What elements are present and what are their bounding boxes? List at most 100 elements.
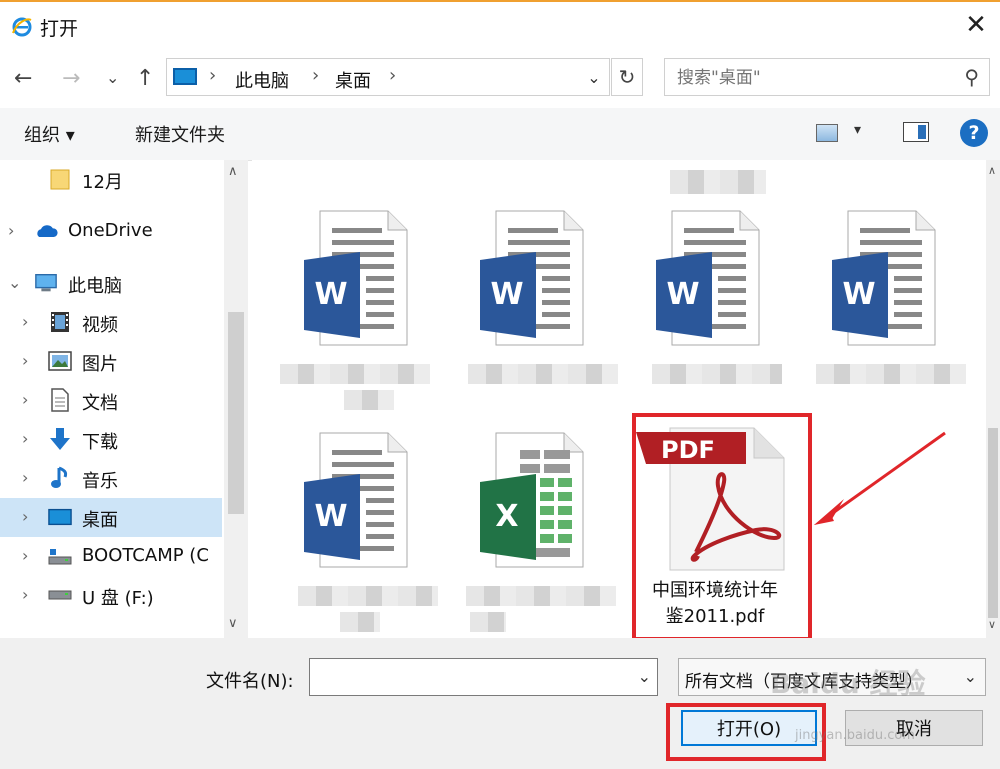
chevron-down-icon[interactable]: ⌄ xyxy=(638,667,651,686)
blurred-filename xyxy=(470,612,506,632)
word-file-icon: W xyxy=(832,210,936,346)
up-arrow-icon[interactable]: ↑ xyxy=(136,66,154,91)
close-button[interactable]: ✕ xyxy=(952,2,1000,48)
drive-icon xyxy=(48,545,72,567)
file-item-excel[interactable]: X xyxy=(450,432,620,632)
sidebar-item-label: 文档 xyxy=(82,393,118,414)
dialog-footer: 文件名(N): ⌄ 所有文档（百度文库支持类型） ⌄ 打开(O) 取消 xyxy=(0,638,1000,769)
filename-combobox[interactable]: ⌄ xyxy=(309,658,658,696)
filename-input[interactable] xyxy=(316,665,620,691)
blurred-filename xyxy=(652,364,782,384)
search-icon[interactable]: ⚲ xyxy=(964,65,979,89)
download-icon xyxy=(48,428,72,450)
word-file-icon: W xyxy=(656,210,760,346)
chevron-down-icon[interactable]: ⌄ xyxy=(964,667,977,686)
blurred-filename xyxy=(298,586,438,606)
word-letter: W xyxy=(666,277,699,312)
sidebar-item-downloads[interactable]: › 下载 xyxy=(0,420,222,459)
breadcrumb-this-pc[interactable]: 此电脑 xyxy=(235,67,289,93)
file-item-word[interactable]: W xyxy=(274,432,444,632)
sidebar-scroll-thumb[interactable] xyxy=(228,312,244,514)
video-icon xyxy=(48,311,72,333)
word-file-icon: W xyxy=(304,432,408,568)
address-dropdown-icon[interactable]: ⌄ xyxy=(579,59,609,95)
expand-chevron-icon[interactable]: › xyxy=(22,351,28,370)
search-input[interactable] xyxy=(675,65,949,91)
refresh-icon: ↻ xyxy=(618,65,636,89)
expand-chevron-icon[interactable]: › xyxy=(22,390,28,409)
sidebar-item-videos[interactable]: › 视频 xyxy=(0,303,222,342)
file-item-word[interactable]: W xyxy=(626,210,796,410)
back-arrow-icon[interactable]: ← xyxy=(14,66,32,91)
sidebar-item-this-pc[interactable]: ⌄ 此电脑 xyxy=(0,264,222,303)
scroll-up-icon[interactable]: ∧ xyxy=(228,164,238,179)
blurred-filename xyxy=(816,364,966,384)
sidebar-item-label: OneDrive xyxy=(68,220,153,241)
view-options-chevron-icon[interactable]: ▾ xyxy=(854,122,861,138)
breadcrumb-separator: › xyxy=(312,65,320,86)
blurred-filename xyxy=(468,364,618,384)
sidebar-item-usb-drive[interactable]: › U 盘 (F:) xyxy=(0,576,222,615)
sidebar-item-bootcamp[interactable]: › BOOTCAMP (C xyxy=(0,537,222,576)
computer-icon xyxy=(173,68,197,85)
content-scroll-thumb[interactable] xyxy=(988,428,998,618)
excel-letter: X xyxy=(495,499,518,534)
word-letter: W xyxy=(842,277,875,312)
expand-chevron-icon[interactable]: › xyxy=(22,468,28,487)
file-item-word[interactable]: W xyxy=(802,210,972,410)
new-folder-button[interactable]: 新建文件夹 xyxy=(135,121,225,147)
search-box[interactable]: ⚲ xyxy=(664,58,990,96)
blurred-filename xyxy=(466,586,616,606)
scroll-up-icon[interactable]: ∧ xyxy=(988,164,996,177)
sidebar-item-label: BOOTCAMP (C xyxy=(82,545,209,566)
content-scrollbar[interactable]: ∧ ∨ xyxy=(986,160,1000,638)
organize-menu[interactable]: 组织 ▾ xyxy=(24,121,75,147)
blurred-filename xyxy=(670,170,766,194)
annotation-arrow xyxy=(814,431,946,525)
recent-locations-chevron-icon[interactable]: ⌄ xyxy=(106,68,119,87)
expand-chevron-icon[interactable]: › xyxy=(22,585,28,604)
sidebar-item-label: 图片 xyxy=(82,354,118,375)
breadcrumb-separator: › xyxy=(209,65,217,86)
sidebar-item-onedrive[interactable]: › OneDrive xyxy=(0,212,222,251)
sidebar-item-music[interactable]: › 音乐 xyxy=(0,459,222,498)
sidebar-item-label: 视频 xyxy=(82,315,118,336)
file-item-word[interactable]: W xyxy=(274,210,444,410)
desktop-icon xyxy=(48,506,72,528)
folder-icon xyxy=(48,168,72,190)
sidebar-item-12yue[interactable]: 12月 xyxy=(0,160,222,199)
scroll-down-icon[interactable]: ∨ xyxy=(988,618,996,631)
change-view-icon[interactable] xyxy=(816,124,838,142)
sidebar-item-documents[interactable]: › 文档 xyxy=(0,381,222,420)
preview-pane-icon[interactable] xyxy=(903,122,929,142)
title-bar: 打开 ✕ xyxy=(0,2,1000,48)
scroll-down-icon[interactable]: ∨ xyxy=(228,616,238,631)
refresh-button[interactable]: ↻ xyxy=(611,58,643,96)
sidebar-scrollbar[interactable]: ∧ ∨ xyxy=(224,160,248,638)
breadcrumb-separator: › xyxy=(389,65,397,86)
word-file-icon: W xyxy=(480,210,584,346)
sidebar-item-pictures[interactable]: › 图片 xyxy=(0,342,222,381)
expand-chevron-icon[interactable]: › xyxy=(22,507,28,526)
help-icon[interactable]: ? xyxy=(960,119,988,147)
expand-chevron-icon[interactable]: › xyxy=(8,221,14,240)
breadcrumb-desktop[interactable]: 桌面 xyxy=(335,67,371,93)
usb-drive-icon xyxy=(48,584,72,606)
forward-arrow-icon[interactable]: → xyxy=(62,66,80,91)
sidebar-item-label: 12月 xyxy=(82,172,123,193)
sidebar-item-label: 桌面 xyxy=(82,510,118,531)
expand-chevron-icon[interactable]: › xyxy=(22,546,28,565)
word-letter: W xyxy=(314,499,347,534)
window-title: 打开 xyxy=(40,18,79,40)
sidebar-item-label: 音乐 xyxy=(82,471,118,492)
expand-chevron-icon[interactable]: › xyxy=(22,312,28,331)
sidebar-item-label: 此电脑 xyxy=(68,276,122,297)
blurred-filename xyxy=(340,612,380,632)
address-bar[interactable]: › 此电脑 › 桌面 › ⌄ xyxy=(166,58,610,96)
sidebar-item-desktop[interactable]: › 桌面 xyxy=(0,498,222,537)
file-list-view: W W W W W X PDF 中国环境统计年 鉴2011.pdf xyxy=(252,160,986,638)
collapse-chevron-icon[interactable]: ⌄ xyxy=(8,273,21,292)
blurred-filename xyxy=(280,364,430,384)
file-item-word[interactable]: W xyxy=(450,210,620,410)
expand-chevron-icon[interactable]: › xyxy=(22,429,28,448)
